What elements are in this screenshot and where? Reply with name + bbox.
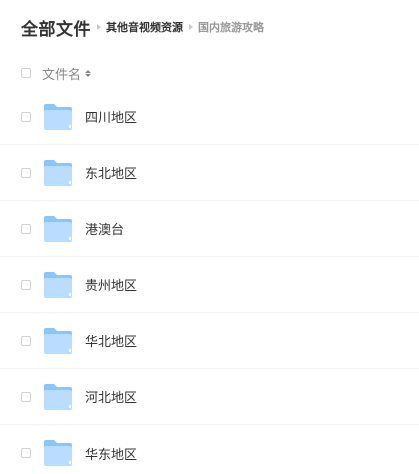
breadcrumb-parent[interactable]: 其他音视频资源 bbox=[106, 19, 183, 35]
row-checkbox[interactable] bbox=[21, 279, 31, 290]
folder-icon bbox=[44, 327, 72, 354]
row-checkbox[interactable] bbox=[21, 167, 31, 178]
breadcrumb: 全部文件 其他音视频资源 国内旅游攻略 bbox=[21, 14, 264, 40]
folder-icon bbox=[44, 383, 72, 410]
file-row[interactable]: 贵州地区 bbox=[0, 257, 419, 313]
folder-name[interactable]: 东北地区 bbox=[85, 163, 137, 182]
folder-icon bbox=[44, 159, 72, 186]
folder-name[interactable]: 华东地区 bbox=[85, 444, 137, 463]
sort-icon[interactable] bbox=[85, 69, 92, 77]
row-checkbox[interactable] bbox=[21, 111, 31, 122]
folder-icon bbox=[44, 440, 72, 466]
list-header: 文件名 bbox=[21, 63, 92, 83]
row-checkbox[interactable] bbox=[21, 335, 31, 346]
file-browser: 全部文件 其他音视频资源 国内旅游攻略 文件名 四川地区 东北地区 港澳台 贵州… bbox=[0, 0, 419, 474]
folder-name[interactable]: 华北地区 bbox=[85, 331, 137, 350]
row-checkbox[interactable] bbox=[21, 391, 31, 402]
folder-name[interactable]: 港澳台 bbox=[85, 219, 124, 238]
folder-name[interactable]: 贵州地区 bbox=[85, 275, 137, 294]
breadcrumb-separator-icon bbox=[189, 24, 193, 30]
select-all-checkbox[interactable] bbox=[21, 68, 31, 78]
folder-icon bbox=[44, 271, 72, 298]
breadcrumb-separator-icon bbox=[97, 24, 101, 30]
row-checkbox[interactable] bbox=[21, 223, 31, 234]
file-row[interactable]: 华北地区 bbox=[0, 313, 419, 369]
file-row[interactable]: 河北地区 bbox=[0, 369, 419, 425]
file-list: 四川地区 东北地区 港澳台 贵州地区 华北地区 河北地区 华东地区 bbox=[0, 89, 419, 474]
file-row[interactable]: 华东地区 bbox=[0, 425, 419, 474]
folder-name[interactable]: 四川地区 bbox=[85, 107, 137, 126]
breadcrumb-root[interactable]: 全部文件 bbox=[21, 15, 91, 40]
filename-column-header[interactable]: 文件名 bbox=[42, 64, 81, 83]
breadcrumb-current: 国内旅游攻略 bbox=[198, 21, 264, 34]
file-row[interactable]: 港澳台 bbox=[0, 201, 419, 257]
file-row[interactable]: 东北地区 bbox=[0, 145, 419, 201]
row-checkbox[interactable] bbox=[21, 448, 31, 458]
file-row[interactable]: 四川地区 bbox=[0, 89, 419, 145]
folder-icon bbox=[44, 215, 72, 242]
folder-name[interactable]: 河北地区 bbox=[85, 387, 137, 406]
folder-icon bbox=[44, 103, 72, 130]
